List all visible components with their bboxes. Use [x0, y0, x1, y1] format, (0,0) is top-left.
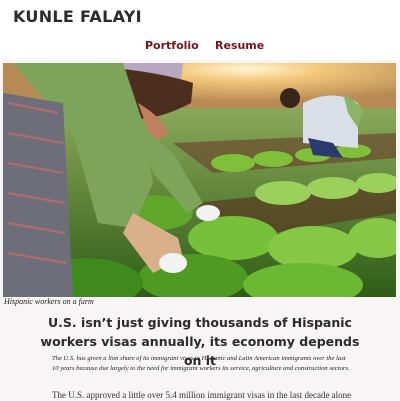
farm-workers-photo — [3, 63, 396, 297]
article-body-paragraph: The U.S. approved a little over 5.4 mill… — [52, 390, 352, 400]
main-nav: Portfolio Resume — [0, 39, 400, 55]
article-lede: The U.S. has given a lion share of its i… — [52, 355, 350, 372]
hero-image — [3, 63, 396, 297]
nav-resume-link[interactable]: Resume — [215, 39, 264, 52]
nav-portfolio-link[interactable]: Portfolio — [145, 39, 199, 52]
image-caption: Hispanic workers on a farm — [4, 297, 94, 306]
site-title[interactable]: KUNLE FALAYI — [13, 7, 142, 26]
site-header: KUNLE FALAYI Portfolio Resume — [0, 0, 400, 60]
